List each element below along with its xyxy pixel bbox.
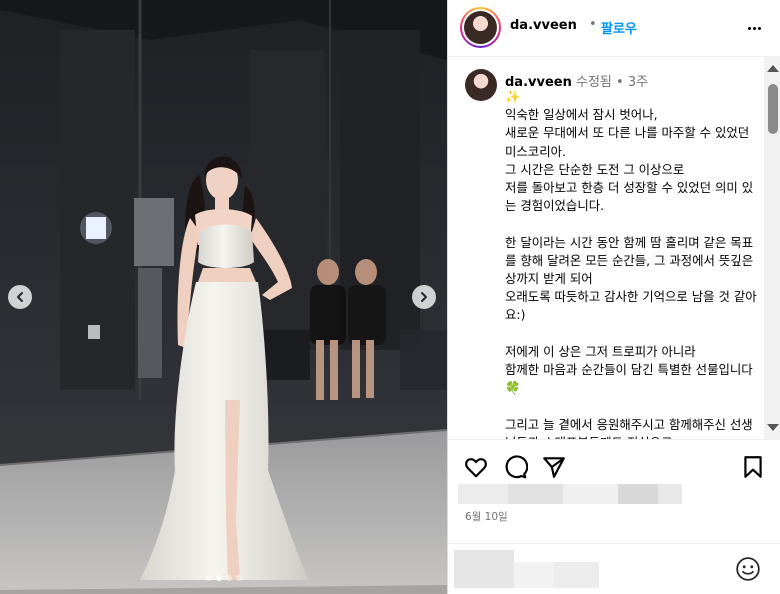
chevron-left-icon — [17, 292, 23, 302]
comment-icon[interactable] — [502, 454, 528, 480]
scroll-up-arrow[interactable] — [767, 65, 779, 72]
post-side-panel: da.vveen • 팔로우 da.vveen 수정됨 • 3주 ✨ 익숙한 일… — [447, 0, 780, 594]
caption-avatar[interactable] — [465, 69, 497, 101]
next-slide-button[interactable] — [412, 285, 436, 309]
heart-icon[interactable] — [463, 454, 489, 480]
more-horizontal-icon — [747, 26, 751, 30]
share-icon[interactable] — [541, 454, 567, 480]
follow-button[interactable]: 팔로우 — [601, 18, 637, 37]
slide-dot — [225, 575, 232, 581]
caption-text: ✨ 익숙한 일상에서 잠시 벗어나, 새로운 무대에서 또 다른 나를 마주할 … — [505, 89, 757, 439]
emoji-icon[interactable] — [735, 556, 761, 582]
caption-scrollbar[interactable] — [764, 57, 780, 439]
post-header: da.vveen • 팔로우 — [448, 0, 780, 57]
post-date[interactable]: 6월 10일 — [465, 509, 508, 524]
slide-indicator — [0, 575, 447, 581]
slide-dot — [235, 575, 242, 581]
scroll-down-arrow[interactable] — [767, 424, 779, 431]
likes-summary[interactable] — [458, 484, 682, 504]
comment-input-area[interactable] — [448, 543, 780, 594]
slide-dot — [205, 575, 212, 581]
more-options-button[interactable] — [744, 18, 764, 38]
caption-area[interactable]: da.vveen 수정됨 • 3주 ✨ 익숙한 일상에서 잠시 벗어나, 새로운… — [448, 57, 780, 439]
scroll-thumb[interactable] — [768, 84, 778, 134]
comment-input[interactable] — [454, 550, 514, 588]
chevron-right-icon — [421, 292, 427, 302]
post-photo — [0, 0, 447, 594]
action-bar: 6월 10일 — [448, 439, 780, 594]
header-separator: • — [589, 17, 597, 32]
post-media[interactable] — [0, 0, 447, 594]
header-username[interactable]: da.vveen — [510, 18, 577, 33]
story-ring[interactable] — [460, 7, 501, 48]
previous-slide-button[interactable] — [8, 285, 32, 309]
avatar — [464, 11, 497, 44]
instagram-post: da.vveen • 팔로우 da.vveen 수정됨 • 3주 ✨ 익숙한 일… — [0, 0, 780, 594]
slide-dot-active — [215, 575, 222, 581]
bookmark-icon[interactable] — [740, 454, 766, 480]
